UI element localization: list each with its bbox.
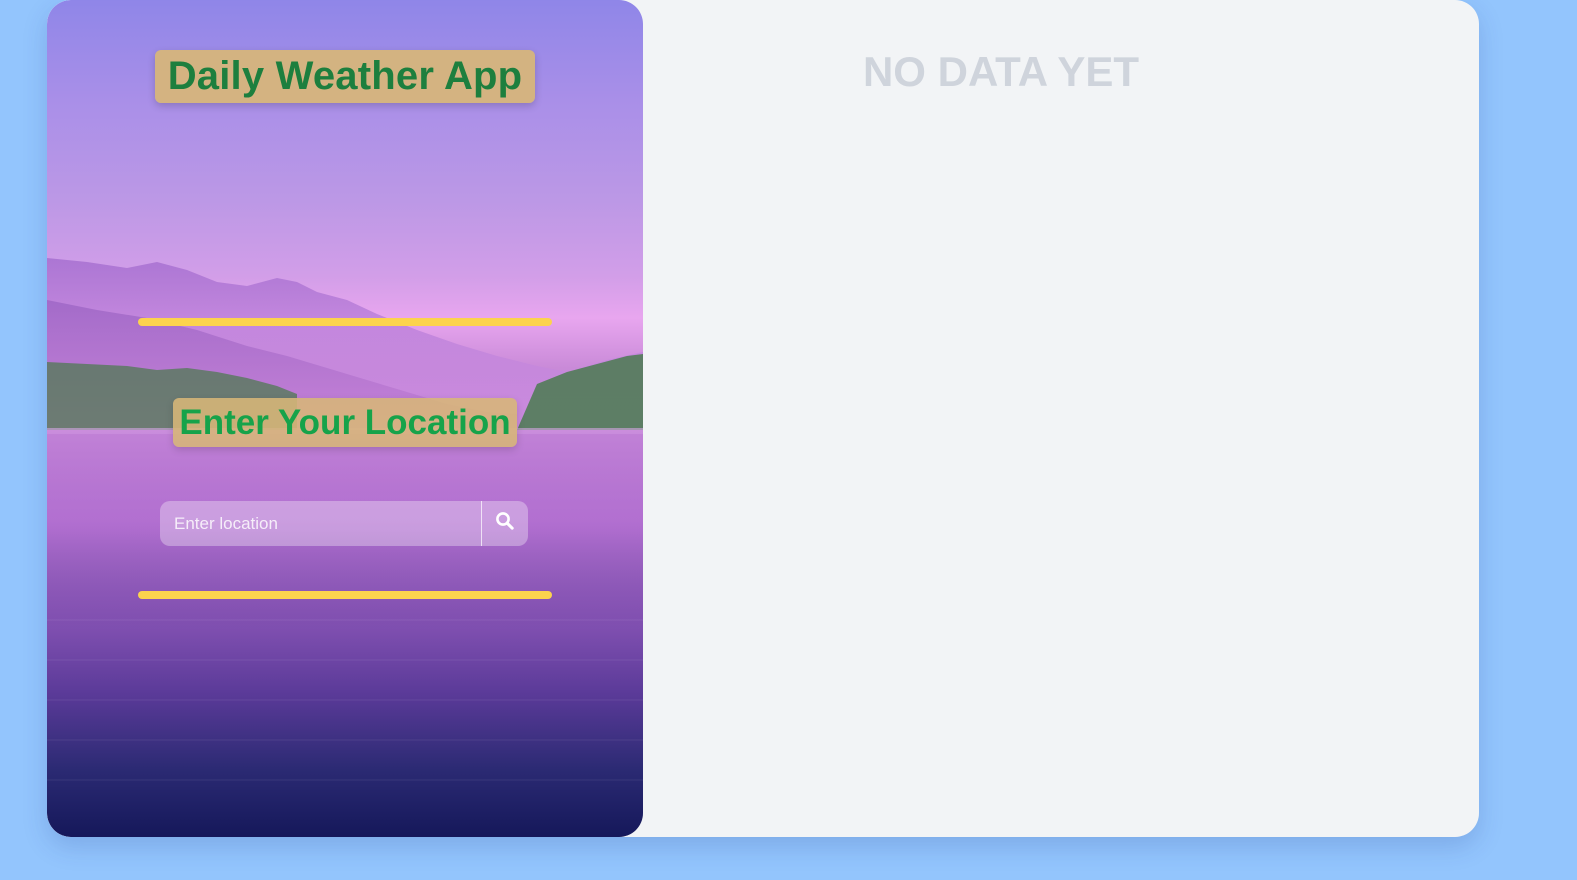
bottom-divider: [138, 591, 552, 599]
empty-state-message: NO DATA YET: [862, 48, 1140, 95]
search-icon: [495, 511, 515, 536]
weather-results-panel: NO DATA YET: [643, 0, 1479, 837]
location-panel: Daily Weather App Enter Your Location: [47, 0, 643, 837]
location-heading: Enter Your Location: [173, 398, 517, 447]
top-divider: [138, 318, 552, 326]
location-input[interactable]: [160, 501, 482, 546]
app-title: Daily Weather App: [155, 50, 535, 103]
location-search-bar: [160, 501, 528, 546]
search-button[interactable]: [481, 501, 528, 546]
weather-app-card: Daily Weather App Enter Your Location NO…: [47, 0, 1479, 837]
